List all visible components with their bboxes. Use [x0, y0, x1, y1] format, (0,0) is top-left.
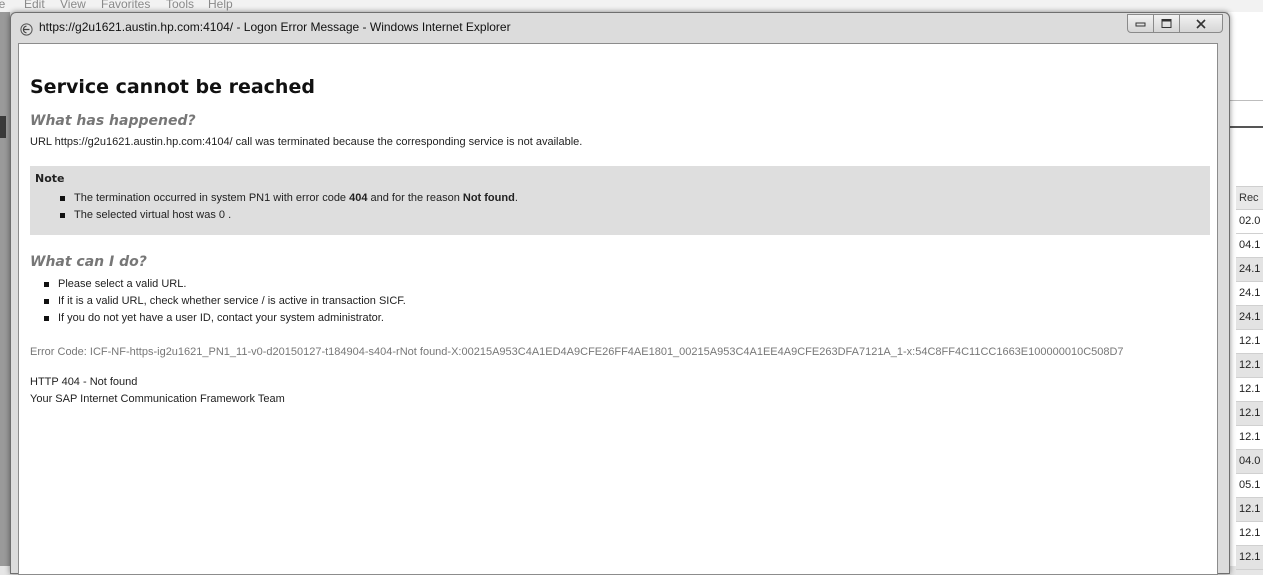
background-column-header[interactable]: Rec — [1236, 186, 1263, 210]
suggestion-text: If it is a valid URL, check whether serv… — [58, 295, 406, 307]
table-row[interactable]: 24.1 — [1236, 306, 1263, 330]
menu-help[interactable]: Help — [208, 0, 233, 11]
minimize-icon — [1135, 22, 1146, 27]
bullet-icon — [44, 316, 49, 321]
menu-view[interactable]: View — [60, 0, 86, 11]
table-row[interactable]: 24.1 — [1236, 282, 1263, 306]
ie-window: https://g2u1621.austin.hp.com:4104/ - Lo… — [10, 12, 1230, 575]
page-title: Service cannot be reached — [30, 76, 315, 98]
title-bar[interactable]: https://g2u1621.austin.hp.com:4104/ - Lo… — [11, 13, 1229, 43]
list-item: The selected virtual host was 0 . — [60, 207, 518, 224]
background-table: Rec 02.0 04.1 24.1 24.1 24.1 12.1 12.1 1… — [1236, 186, 1263, 570]
background-left-tab — [0, 116, 6, 138]
table-row[interactable]: 12.1 — [1236, 378, 1263, 402]
what-can-i-do-heading: What can I do? — [30, 254, 147, 270]
table-row[interactable]: 12.1 — [1236, 522, 1263, 546]
background-menu-bar: le Edit View Favorites Tools Help — [0, 0, 1263, 12]
table-row[interactable]: 12.1 — [1236, 546, 1263, 570]
termination-message: URL https://g2u1621.austin.hp.com:4104/ … — [30, 136, 583, 148]
list-item: The termination occurred in system PN1 w… — [60, 190, 518, 207]
table-row[interactable]: 12.1 — [1236, 402, 1263, 426]
menu-favorites[interactable]: Favorites — [101, 0, 150, 11]
http-status: HTTP 404 - Not found — [30, 376, 138, 388]
background-table-area: Rec 02.0 04.1 24.1 24.1 24.1 12.1 12.1 1… — [1228, 12, 1263, 570]
bullet-icon — [60, 196, 65, 201]
error-code: Error Code: ICF-NF-https-ig2u1621_PN1_11… — [30, 346, 1124, 358]
note-list: The termination occurred in system PN1 w… — [60, 190, 518, 224]
table-row[interactable]: 12.1 — [1236, 330, 1263, 354]
maximize-button[interactable] — [1153, 14, 1180, 33]
maximize-icon — [1161, 19, 1172, 28]
table-row[interactable]: 04.0 — [1236, 450, 1263, 474]
close-button[interactable] — [1179, 14, 1223, 33]
window-controls — [1127, 14, 1223, 33]
table-row[interactable]: 12.1 — [1236, 426, 1263, 450]
note-box: Note The termination occurred in system … — [30, 166, 1210, 235]
team-signature: Your SAP Internet Communication Framewor… — [30, 393, 285, 405]
table-row[interactable]: 02.0 — [1236, 210, 1263, 234]
virtual-host-text: The selected virtual host was 0 . — [74, 209, 232, 221]
bullet-icon — [44, 282, 49, 287]
window-title: https://g2u1621.austin.hp.com:4104/ - Lo… — [39, 20, 511, 34]
minimize-button[interactable] — [1127, 14, 1154, 33]
reason-value: Not found — [462, 192, 515, 204]
list-item: Please select a valid URL. — [44, 276, 406, 293]
list-item: If it is a valid URL, check whether serv… — [44, 293, 406, 310]
menu-tools[interactable]: Tools — [166, 0, 194, 11]
bullet-icon — [44, 299, 49, 304]
background-divider — [1228, 100, 1263, 101]
table-row[interactable]: 05.1 — [1236, 474, 1263, 498]
note-text: The termination occurred in system PN1 w… — [74, 192, 350, 204]
list-item: If you do not yet have a user ID, contac… — [44, 310, 406, 327]
menu-edit[interactable]: Edit — [24, 0, 45, 11]
table-row[interactable]: 12.1 — [1236, 498, 1263, 522]
note-text: . — [514, 192, 518, 204]
ie-page-icon — [20, 21, 33, 36]
suggestion-text: Please select a valid URL. — [58, 278, 187, 290]
bullet-icon — [60, 213, 65, 218]
close-icon — [1196, 18, 1206, 29]
note-title: Note — [35, 172, 65, 185]
suggestion-text: If you do not yet have a user ID, contac… — [58, 312, 384, 324]
what-happened-heading: What has happened? — [30, 113, 196, 129]
page-content: Service cannot be reached What has happe… — [18, 43, 1218, 575]
menu-file[interactable]: le — [0, 0, 5, 11]
table-row[interactable]: 04.1 — [1236, 234, 1263, 258]
table-row[interactable]: 24.1 — [1236, 258, 1263, 282]
background-left-strip — [0, 12, 10, 566]
background-divider — [1228, 126, 1263, 128]
suggestions-list: Please select a valid URL. If it is a va… — [44, 276, 406, 327]
table-row[interactable]: 12.1 — [1236, 354, 1263, 378]
note-text: and for the reason — [367, 192, 463, 204]
error-code-value: 404 — [349, 192, 368, 204]
